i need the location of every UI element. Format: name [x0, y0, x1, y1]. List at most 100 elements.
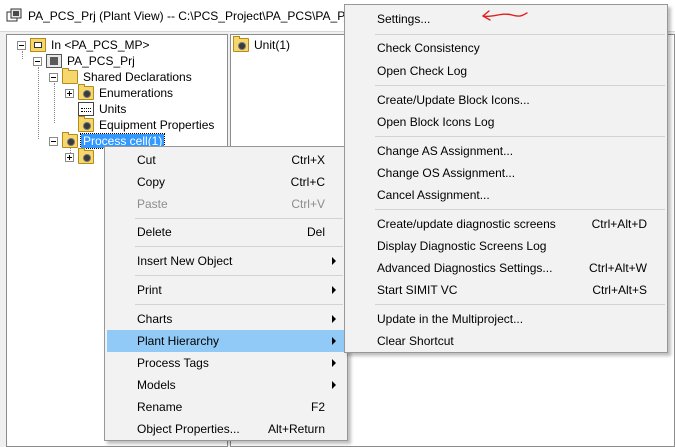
menu-item-insert-new-object[interactable]: Insert New Object: [107, 250, 345, 272]
tree-item-label: Enumerations: [99, 86, 174, 100]
menu-item-paste[interactable]: Paste Ctrl+V: [107, 193, 345, 215]
menu-item-display-diagnostic-screens-log[interactable]: Display Diagnostic Screens Log: [347, 235, 665, 257]
menu-item-label: Cut: [137, 153, 156, 167]
menu-item-cut[interactable]: Cut Ctrl+X: [107, 149, 345, 171]
menu-item-label: Settings...: [377, 12, 431, 26]
menu-item-label: Cancel Assignment...: [377, 188, 490, 202]
submenu-arrow-icon: [332, 381, 336, 389]
menu-separator: [375, 304, 665, 305]
tree-item-unit[interactable]: [65, 148, 101, 165]
menu-item-print[interactable]: Print: [107, 279, 345, 301]
menu-item-label: Create/update diagnostic screens: [377, 217, 556, 231]
menu-item-copy[interactable]: Copy Ctrl+C: [107, 171, 345, 193]
menu-item-shortcut: Ctrl+Alt+W: [588, 261, 647, 275]
project-icon: [46, 54, 62, 68]
tree-item-multiproject[interactable]: In <PA_PCS_MP>: [17, 37, 152, 53]
folder-gear-icon: [78, 116, 94, 132]
collapse-icon[interactable]: [49, 72, 58, 82]
folder-gear-icon: [78, 148, 94, 164]
menu-item-label: Change OS Assignment...: [377, 166, 516, 180]
menu-item-create-update-diagnostic-screens[interactable]: Create/update diagnostic screens Ctrl+Al…: [347, 213, 665, 235]
tree-item-equipment-properties[interactable]: Equipment Properties: [78, 116, 216, 133]
menu-item-models[interactable]: Models: [107, 374, 345, 396]
menu-item-rename[interactable]: Rename F2: [107, 396, 345, 418]
menu-item-shortcut: Ctrl+Alt+S: [592, 283, 647, 297]
collapse-icon[interactable]: [17, 40, 26, 50]
menu-separator: [135, 246, 343, 247]
menu-item-open-block-icons-log[interactable]: Open Block Icons Log: [347, 111, 665, 133]
menu-item-shortcut: Ctrl+V: [291, 197, 325, 211]
menu-item-shortcut: Del: [306, 225, 325, 239]
menu-separator: [375, 136, 665, 137]
units-icon: [78, 102, 94, 116]
menu-separator: [135, 275, 343, 276]
context-menu: Cut Ctrl+X Copy Ctrl+C Paste Ctrl+V Dele…: [104, 146, 348, 441]
tree-item-label: In <PA_PCS_MP>: [51, 38, 150, 52]
menu-item-label: Process Tags: [137, 356, 209, 370]
menu-separator: [375, 85, 665, 86]
annotation-arrow-icon: [482, 10, 528, 21]
collapse-icon[interactable]: [33, 56, 42, 66]
menu-item-plant-hierarchy[interactable]: Plant Hierarchy: [107, 330, 345, 352]
menu-item-label: Delete: [137, 225, 172, 239]
submenu-arrow-icon: [332, 359, 336, 367]
menu-item-label: Update in the Multiproject...: [377, 312, 524, 326]
folder-gear-icon: [78, 84, 94, 100]
menu-item-create-update-block-icons[interactable]: Create/Update Block Icons...: [347, 89, 665, 111]
tree-item-label: Shared Declarations: [83, 70, 192, 84]
expand-icon[interactable]: [65, 152, 74, 162]
plant-hierarchy-submenu: Settings... Check Consistency Open Check…: [344, 4, 668, 353]
tree-item-label: PA_PCS_Prj: [67, 54, 135, 68]
menu-item-shortcut: Ctrl+X: [291, 153, 325, 167]
menu-item-check-consistency[interactable]: Check Consistency: [347, 37, 665, 59]
menu-item-shortcut: F2: [310, 400, 325, 414]
expand-icon[interactable]: [65, 88, 74, 98]
menu-item-label: Start SIMIT VC: [377, 283, 458, 297]
tree-item-label: Units: [99, 102, 127, 116]
tree-item-label: Equipment Properties: [99, 118, 215, 132]
menu-item-open-check-log[interactable]: Open Check Log: [347, 60, 665, 82]
menu-item-label: Paste: [137, 197, 168, 211]
menu-item-label: Charts: [137, 312, 173, 326]
menu-item-charts[interactable]: Charts: [107, 308, 345, 330]
menu-item-shortcut: Ctrl+Alt+D: [591, 217, 647, 231]
menu-item-change-os-assignment[interactable]: Change OS Assignment...: [347, 162, 665, 184]
tree-item-enumerations[interactable]: Enumerations: [65, 84, 175, 101]
menu-item-delete[interactable]: Delete Del: [107, 221, 345, 243]
window-title: PA_PCS_Prj (Plant View) -- C:\PCS_Projec…: [28, 8, 364, 23]
content-item-label: Unit(1): [254, 38, 291, 52]
menu-item-label: Copy: [137, 175, 166, 189]
menu-item-clear-shortcut[interactable]: Clear Shortcut: [347, 330, 665, 352]
menu-item-label: Clear Shortcut: [377, 334, 454, 348]
menu-item-cancel-assignment[interactable]: Cancel Assignment...: [347, 184, 665, 206]
menu-item-advanced-diagnostics-settings[interactable]: Advanced Diagnostics Settings... Ctrl+Al…: [347, 257, 665, 279]
menu-item-label: Check Consistency: [377, 41, 480, 55]
content-item-unit[interactable]: Unit(1): [233, 36, 292, 53]
menu-item-start-simit-vc[interactable]: Start SIMIT VC Ctrl+Alt+S: [347, 279, 665, 301]
tree-item-shared-declarations[interactable]: Shared Declarations: [49, 68, 194, 85]
collapse-icon[interactable]: [49, 136, 58, 146]
menu-item-label: Print: [137, 283, 162, 297]
menu-item-label: Advanced Diagnostics Settings...: [377, 261, 553, 275]
menu-item-process-tags[interactable]: Process Tags: [107, 352, 345, 374]
folder-gear-icon: [233, 36, 249, 52]
menu-item-label: Rename: [137, 400, 183, 414]
menu-separator: [375, 34, 665, 35]
folder-gear-icon: [62, 132, 78, 148]
menu-item-shortcut: Ctrl+C: [290, 175, 325, 189]
folder-icon: [62, 68, 78, 84]
menu-item-label: Open Block Icons Log: [377, 115, 495, 129]
menu-item-label: Plant Hierarchy: [137, 334, 220, 348]
menu-item-label: Open Check Log: [377, 64, 468, 78]
menu-item-update-in-multiproject[interactable]: Update in the Multiproject...: [347, 308, 665, 330]
submenu-arrow-icon: [332, 286, 336, 294]
tree-item-units[interactable]: Units: [78, 101, 128, 117]
menu-item-change-as-assignment[interactable]: Change AS Assignment...: [347, 140, 665, 162]
multiproject-icon: [30, 38, 46, 52]
submenu-arrow-icon: [332, 257, 336, 265]
menu-item-label: Change AS Assignment...: [377, 144, 514, 158]
menu-item-object-properties[interactable]: Object Properties... Alt+Return: [107, 418, 345, 440]
menu-item-label: Object Properties...: [137, 422, 240, 436]
tree-item-project[interactable]: PA_PCS_Prj: [33, 53, 137, 69]
menu-item-label: Create/Update Block Icons...: [377, 93, 530, 107]
